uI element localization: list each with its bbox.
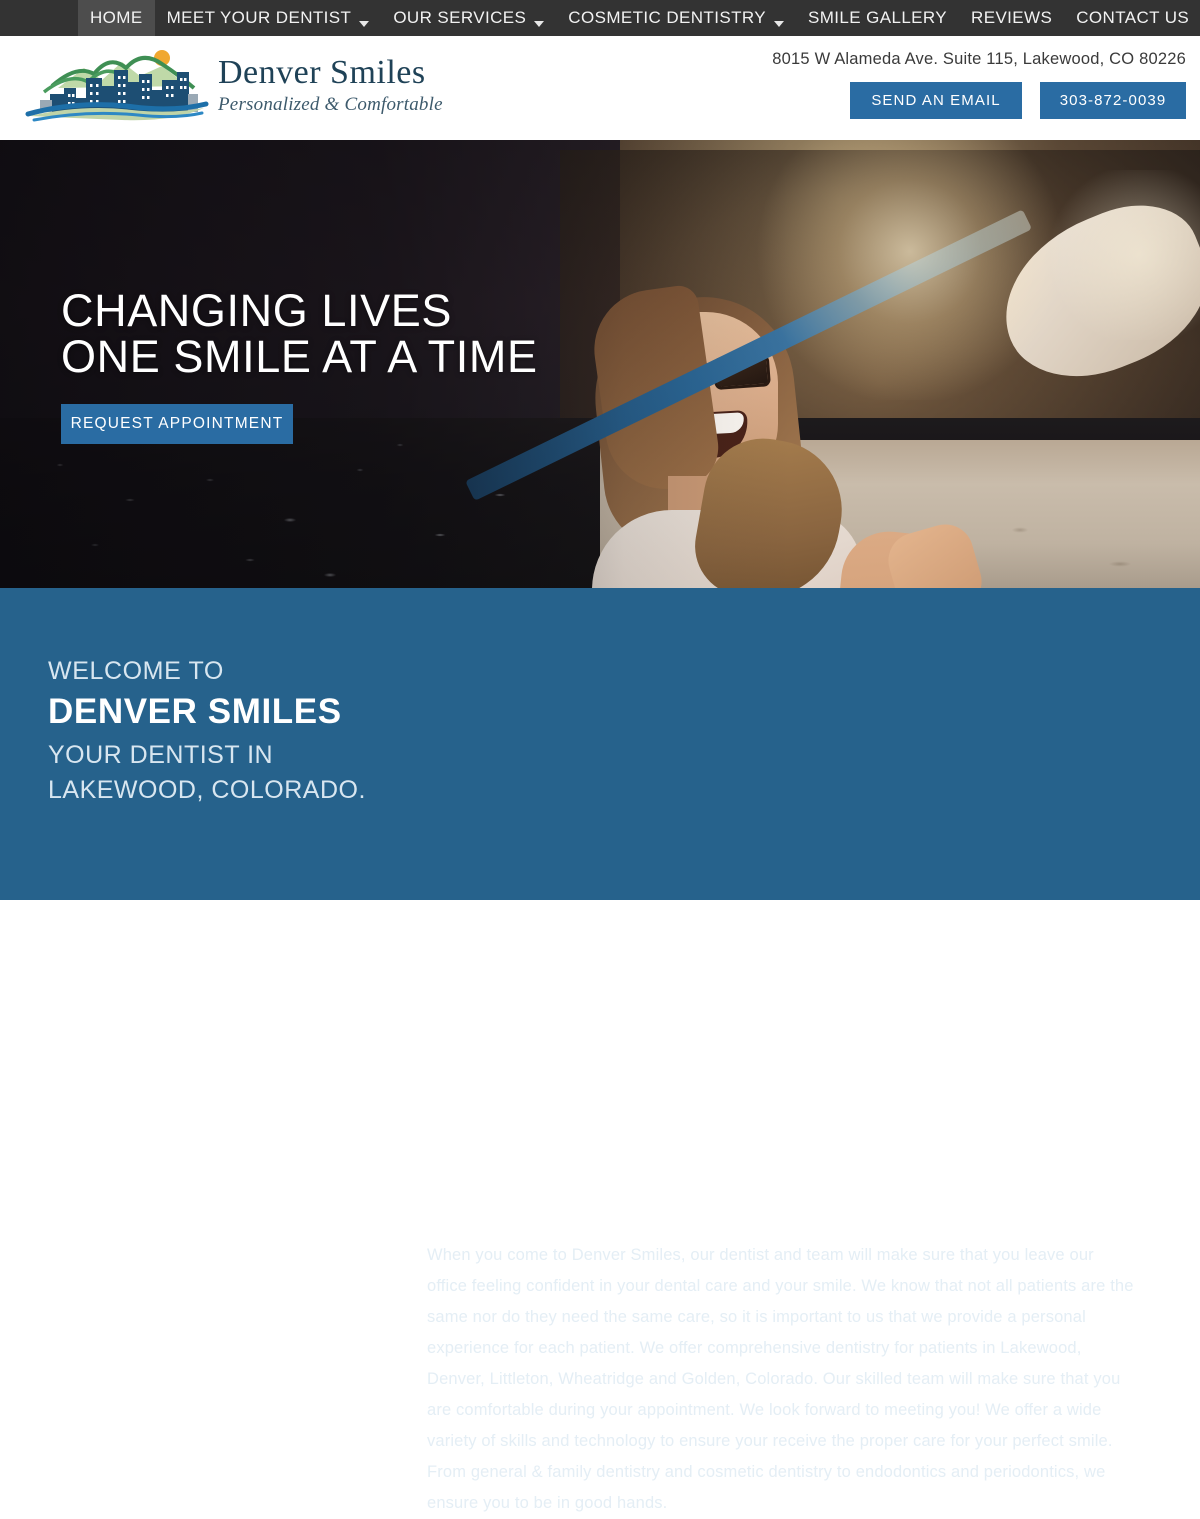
chevron-down-icon <box>534 20 545 27</box>
nav-item-our-services[interactable]: OUR SERVICES <box>381 0 556 36</box>
logo-title: Denver Smiles <box>218 54 426 92</box>
welcome-text-block: When you come to Denver Smiles, our dent… <box>427 1240 1137 1519</box>
welcome-eyebrow: WELCOME TO <box>48 657 224 685</box>
nav-item-label: CONTACT US <box>1076 8 1190 27</box>
welcome-heading-block: WELCOME TO DENVER SMILES YOUR DENTIST IN… <box>48 654 388 808</box>
denver-skyline-logo-icon <box>25 50 209 122</box>
nav-item-label: SMILE GALLERY <box>807 8 948 27</box>
nav-item-contact-us[interactable]: CONTACT US <box>1064 0 1200 36</box>
send-email-button[interactable]: SEND AN EMAIL <box>850 82 1022 119</box>
request-appointment-button[interactable]: REQUEST APPOINTMENT <box>61 404 293 444</box>
hero-banner: CHANGING LIVES ONE SMILE AT A TIME REQUE… <box>0 140 1200 588</box>
nav-item-cosmetic-dentistry[interactable]: COSMETIC DENTISTRY <box>556 0 796 36</box>
nav-item-home[interactable]: HOME <box>78 0 155 36</box>
welcome-section: WELCOME TO DENVER SMILES YOUR DENTIST IN… <box>0 588 1200 1512</box>
nav-item-reviews[interactable]: REVIEWS <box>959 0 1064 36</box>
welcome-title: DENVER SMILES <box>48 692 342 731</box>
chevron-down-icon <box>773 20 784 27</box>
header-action-buttons: SEND AN EMAIL 303-872-0039 <box>772 82 1186 119</box>
office-address: 8015 W Alameda Ave. Suite 115, Lakewood,… <box>772 50 1186 68</box>
logo-tagline: Personalized & Comfortable <box>218 93 443 115</box>
nav-item-label: COSMETIC DENTISTRY <box>568 8 766 27</box>
logo-wordmark: Denver Smiles Personalized & Comfortable <box>218 54 443 115</box>
welcome-paragraph: When you come to Denver Smiles, our dent… <box>427 1246 1134 1512</box>
nav-item-smile-gallery[interactable]: SMILE GALLERY <box>796 0 959 36</box>
welcome-subtitle: YOUR DENTIST IN LAKEWOOD, COLORADO. <box>48 741 366 804</box>
hero-title-line1: CHANGING LIVES <box>61 285 452 336</box>
nav-item-label: OUR SERVICES <box>393 8 527 27</box>
hero-content: CHANGING LIVES ONE SMILE AT A TIME REQUE… <box>61 288 538 444</box>
nav-item-label: MEET YOUR DENTIST <box>166 8 352 27</box>
chevron-down-icon <box>359 20 370 27</box>
phone-number-button[interactable]: 303-872-0039 <box>1040 82 1186 119</box>
nav-item-label: REVIEWS <box>971 8 1053 27</box>
header-contact-block: 8015 W Alameda Ave. Suite 115, Lakewood,… <box>772 50 1186 119</box>
nav-item-label: HOME <box>90 8 143 27</box>
hero-title-line2: ONE SMILE AT A TIME <box>61 331 538 382</box>
site-logo[interactable]: Denver Smiles Personalized & Comfortable <box>22 42 443 128</box>
site-header: Denver Smiles Personalized & Comfortable… <box>0 36 1200 140</box>
nav-item-meet-your-dentist[interactable]: MEET YOUR DENTIST <box>155 0 382 36</box>
main-navigation: HOME MEET YOUR DENTIST OUR SERVICES COSM… <box>0 0 1200 36</box>
